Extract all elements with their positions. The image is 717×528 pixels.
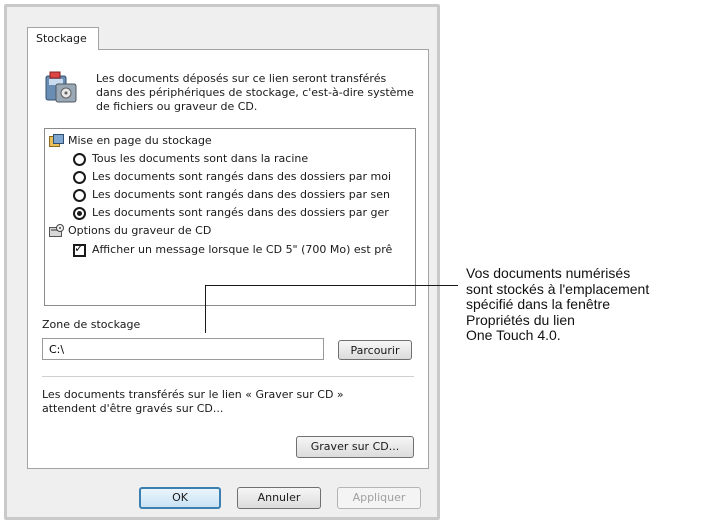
radio-button[interactable] (73, 189, 86, 202)
storage-layout-label: Mise en page du stockage (68, 134, 212, 147)
radio-button[interactable] (73, 171, 86, 184)
checkbox-checked[interactable]: ✓ (73, 241, 86, 257)
intro-text: Les documents déposés sur ce lien seront… (96, 72, 414, 113)
callout-annotation: Vos documents numérisés sont stockés à l… (466, 265, 717, 344)
cancel-button[interactable]: Annuler (237, 487, 321, 509)
cd-options-label: Options du graveur de CD (68, 224, 212, 237)
callout-line: Vos documents numérisés (466, 265, 631, 281)
ok-button[interactable]: OK (139, 487, 221, 509)
storage-panel: Les documents déposés sur ce lien seront… (27, 49, 429, 469)
folder-layout-icon (49, 134, 64, 148)
callout-leader-horizontal (205, 285, 458, 286)
browse-button[interactable]: Parcourir (338, 340, 412, 360)
callout-leader-vertical (205, 285, 206, 333)
storage-devices-icon (44, 70, 80, 106)
properties-dialog: Stockage Les documents déposés sur ce li… (4, 4, 440, 520)
apply-button[interactable]: Appliquer (337, 487, 421, 509)
storage-zone-label: Zone de stockage (42, 318, 141, 331)
tab-stockage[interactable]: Stockage (27, 27, 99, 50)
cd-queue-note: Les documents transférés sur le lien « G… (42, 388, 344, 415)
callout-line: Propriétés du lien (466, 311, 575, 328)
burn-cd-button[interactable]: Graver sur CD... (296, 436, 414, 458)
storage-options-tree[interactable]: Mise en page du stockage Tous les docume… (44, 128, 416, 306)
cd-burner-icon (49, 224, 64, 238)
radio-button-selected[interactable] (73, 207, 86, 220)
radio-button[interactable] (73, 153, 86, 166)
callout-line: One Touch 4.0. (466, 327, 561, 343)
storage-path-input[interactable] (42, 338, 324, 360)
callout-line: sont stockés à l'emplacement (466, 280, 650, 297)
divider (42, 376, 414, 377)
callout-line: spécifié dans la fenêtre (466, 296, 610, 312)
